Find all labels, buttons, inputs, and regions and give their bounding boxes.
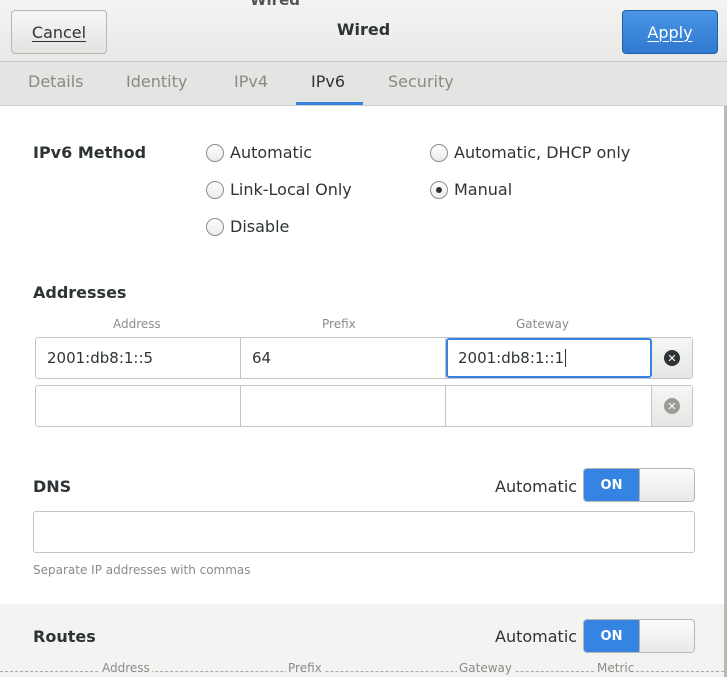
radio-label: Link-Local Only <box>230 180 352 199</box>
switch-knob <box>639 469 694 501</box>
tab-ipv6[interactable]: IPv6 <box>311 72 345 91</box>
radio-label: Automatic <box>230 143 313 162</box>
dns-automatic-label: Automatic <box>495 477 578 496</box>
close-icon: ✕ <box>664 398 680 414</box>
radio-label: Automatic, DHCP only <box>454 143 631 162</box>
apply-button[interactable]: Apply <box>622 10 718 54</box>
gateway-input-value: 2001:db8:1::1 <box>458 349 565 367</box>
apply-button-label: Apply <box>647 22 693 42</box>
radio-circle <box>206 180 224 199</box>
tab-bar: Details Identity IPv4 IPv6 Security <box>0 62 727 106</box>
radio-circle <box>206 217 224 236</box>
route-column-header-gateway: Gateway <box>457 661 515 675</box>
route-column-header-address: Address <box>100 661 152 675</box>
address-input[interactable]: 2001:db8:1::5 <box>36 338 241 378</box>
routes-title: Routes <box>33 627 96 646</box>
address-row: 2001:db8:1::5 64 2001:db8:1::1 ✕ <box>35 337 693 379</box>
prefix-input[interactable]: 64 <box>241 338 446 378</box>
address-input[interactable] <box>36 386 241 426</box>
text-cursor <box>565 349 567 367</box>
route-column-header-metric: Metric <box>595 661 637 675</box>
routes-automatic-label: Automatic <box>495 627 578 646</box>
routes-automatic-switch[interactable]: ON <box>583 619 695 653</box>
address-row: ✕ <box>35 385 693 427</box>
gateway-input[interactable] <box>446 386 652 426</box>
dns-title: DNS <box>33 477 72 496</box>
radio-label: Disable <box>230 217 290 236</box>
tab-security[interactable]: Security <box>388 72 454 91</box>
ipv6-method-label: IPv6 Method <box>33 143 147 162</box>
prefix-input[interactable] <box>241 386 446 426</box>
radio-link-local-only[interactable]: Link-Local Only <box>206 180 352 199</box>
switch-on-label: ON <box>584 620 639 652</box>
route-column-header-prefix: Prefix <box>286 661 324 675</box>
radio-circle-checked <box>430 180 448 199</box>
radio-circle <box>206 143 224 162</box>
radio-circle <box>430 143 448 162</box>
delete-address-button[interactable]: ✕ <box>652 386 692 426</box>
radio-automatic-dhcp-only[interactable]: Automatic, DHCP only <box>430 143 630 162</box>
close-icon: ✕ <box>664 350 680 366</box>
window-title: Wired <box>336 20 391 39</box>
delete-address-button[interactable]: ✕ <box>652 338 692 378</box>
addresses-title: Addresses <box>33 283 127 302</box>
radio-automatic[interactable]: Automatic <box>206 143 312 162</box>
column-header-gateway: Gateway <box>516 317 570 331</box>
dns-input[interactable] <box>33 511 695 553</box>
active-tab-indicator <box>296 102 363 105</box>
radio-manual[interactable]: Manual <box>430 180 512 199</box>
radio-disable[interactable]: Disable <box>206 217 289 236</box>
tab-identity[interactable]: Identity <box>126 72 187 91</box>
background-window-title: Wired <box>250 0 300 9</box>
radio-label: Manual <box>454 180 513 199</box>
dns-hint: Separate IP addresses with commas <box>33 563 251 577</box>
switch-on-label: ON <box>584 469 639 501</box>
column-header-address: Address <box>113 317 161 331</box>
column-header-prefix: Prefix <box>322 317 356 331</box>
gateway-input[interactable]: 2001:db8:1::1 <box>446 338 652 378</box>
tab-ipv4[interactable]: IPv4 <box>234 72 268 91</box>
switch-knob <box>639 620 694 652</box>
dns-automatic-switch[interactable]: ON <box>583 468 695 502</box>
header-bar: Wired Cancel Wired Apply <box>0 0 727 62</box>
tab-details[interactable]: Details <box>28 72 83 91</box>
